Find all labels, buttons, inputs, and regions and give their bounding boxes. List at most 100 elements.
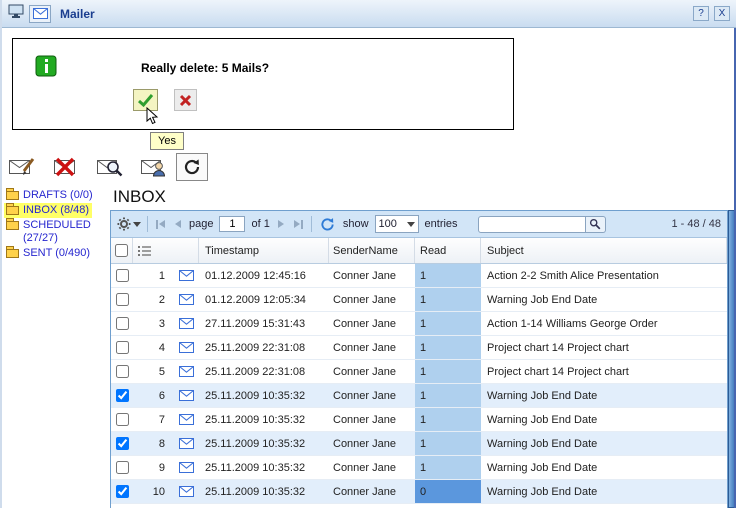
select-all-checkbox[interactable] — [115, 244, 128, 257]
cell-subject: Warning Job End Date — [481, 480, 727, 503]
row-checkbox[interactable] — [116, 269, 129, 282]
cell-timestamp: 25.11.2009 10:35:32 — [199, 480, 329, 503]
row-checkbox[interactable] — [116, 317, 129, 330]
cell-subject: Warning Job End Date — [481, 432, 727, 455]
cell-read: 1 — [415, 312, 481, 335]
delete-mail-icon[interactable] — [50, 153, 82, 181]
cell-timestamp: 25.11.2009 22:31:08 — [199, 360, 329, 383]
table-row[interactable]: 6 25.11.2009 10:35:32 Conner Jane 1 Warn… — [111, 384, 727, 408]
cell-read: 0 — [415, 480, 481, 503]
list-icon[interactable] — [133, 238, 199, 263]
table-row[interactable]: 1 01.12.2009 12:45:16 Conner Jane 1 Acti… — [111, 264, 727, 288]
cell-timestamp: 25.11.2009 22:31:08 — [199, 336, 329, 359]
sidebar-item-scheduled[interactable]: SCHEDULED (27/27) — [4, 218, 110, 246]
new-mail-icon[interactable] — [6, 153, 38, 181]
page-size-select[interactable]: 100 — [375, 215, 419, 233]
cell-subject: Action 2-2 Smith Alice Presentation — [481, 264, 727, 287]
cell-sendername: Conner Jane — [329, 312, 415, 335]
prev-page-button[interactable] — [173, 218, 183, 230]
mail-envelope-icon — [173, 360, 199, 383]
search-mail-icon[interactable] — [94, 153, 126, 181]
info-icon — [35, 55, 57, 82]
cell-subject: Warning Job End Date — [481, 384, 727, 407]
folder-sidebar: DRAFTS (0/0) INBOX (8/48) SCHEDULED (27/… — [2, 186, 110, 508]
row-checkbox[interactable] — [116, 437, 129, 450]
row-number: 5 — [133, 360, 173, 383]
row-checkbox[interactable] — [116, 365, 129, 378]
row-number: 10 — [133, 480, 173, 503]
cell-timestamp: 01.12.2009 12:05:34 — [199, 288, 329, 311]
next-page-button[interactable] — [276, 218, 286, 230]
cell-sendername: Conner Jane — [329, 408, 415, 431]
mail-grid: page of 1 show 100 — [110, 210, 728, 508]
first-page-button[interactable] — [154, 218, 167, 231]
cell-subject: Project chart 14 Project chart — [481, 336, 727, 359]
grid-refresh-icon[interactable] — [318, 215, 337, 234]
mail-rows: 1 01.12.2009 12:45:16 Conner Jane 1 Acti… — [111, 264, 727, 508]
column-header-timestamp[interactable]: Timestamp — [199, 238, 329, 263]
cell-subject: Warning Job End Date — [481, 456, 727, 479]
row-checkbox[interactable] — [116, 341, 129, 354]
row-number: 8 — [133, 432, 173, 455]
grid-settings-button[interactable] — [117, 217, 141, 231]
page-input[interactable] — [219, 216, 245, 232]
column-header-sendername[interactable]: SenderName — [329, 238, 415, 263]
main-panel: INBOX page of 1 — [110, 186, 736, 508]
table-row[interactable]: 4 25.11.2009 22:31:08 Conner Jane 1 Proj… — [111, 336, 727, 360]
cell-read: 1 — [415, 264, 481, 287]
cell-read: 1 — [415, 336, 481, 359]
refresh-icon[interactable] — [176, 153, 208, 181]
chevron-down-icon — [407, 222, 415, 227]
cell-sendername: Conner Jane — [329, 336, 415, 359]
cell-read: 1 — [415, 384, 481, 407]
row-checkbox[interactable] — [116, 389, 129, 402]
table-header: Timestamp SenderName Read Subject — [111, 238, 727, 264]
folder-icon — [6, 221, 19, 230]
last-page-button[interactable] — [292, 218, 305, 231]
window-title: Mailer — [60, 7, 95, 21]
sidebar-item-inbox[interactable]: INBOX (8/48) — [4, 203, 92, 218]
row-number: 3 — [133, 312, 173, 335]
help-button[interactable]: ? — [693, 6, 709, 21]
cell-subject: Warning Job End Date — [481, 408, 727, 431]
titlebar: Mailer ? X — [2, 0, 736, 28]
entries-label: entries — [425, 218, 458, 230]
table-row[interactable]: 5 25.11.2009 22:31:08 Conner Jane 1 Proj… — [111, 360, 727, 384]
table-row[interactable]: 3 27.11.2009 15:31:43 Conner Jane 1 Acti… — [111, 312, 727, 336]
folder-icon — [6, 206, 19, 215]
column-header-read[interactable]: Read — [415, 238, 481, 263]
row-checkbox[interactable] — [116, 461, 129, 474]
row-number: 9 — [133, 456, 173, 479]
table-row[interactable]: 7 25.11.2009 10:35:32 Conner Jane 1 Warn… — [111, 408, 727, 432]
row-number: 1 — [133, 264, 173, 287]
cell-timestamp: 27.11.2009 15:31:43 — [199, 312, 329, 335]
mail-envelope-icon — [173, 336, 199, 359]
cell-subject: Action 1-14 Williams George Order — [481, 312, 727, 335]
mail-envelope-icon — [173, 264, 199, 287]
mail-envelope-icon — [173, 288, 199, 311]
row-checkbox[interactable] — [116, 293, 129, 306]
table-row[interactable]: 2 01.12.2009 12:05:34 Conner Jane 1 Warn… — [111, 288, 727, 312]
cell-subject: Project chart 14 Project chart — [481, 360, 727, 383]
cell-timestamp: 25.11.2009 10:35:32 — [199, 432, 329, 455]
mouse-cursor — [146, 107, 159, 131]
cell-timestamp: 25.11.2009 10:35:32 — [199, 456, 329, 479]
confirm-no-button[interactable] — [174, 89, 197, 111]
app-icon — [8, 4, 24, 24]
close-button[interactable]: X — [714, 6, 730, 21]
cell-read: 1 — [415, 288, 481, 311]
search-icon[interactable] — [586, 216, 606, 233]
table-row[interactable]: 10 25.11.2009 10:35:32 Conner Jane 0 War… — [111, 480, 727, 504]
row-checkbox[interactable] — [116, 413, 129, 426]
mail-envelope-icon — [173, 384, 199, 407]
column-header-subject[interactable]: Subject — [481, 238, 727, 263]
table-row[interactable]: 9 25.11.2009 10:35:32 Conner Jane 1 Warn… — [111, 456, 727, 480]
cell-timestamp: 25.11.2009 10:35:32 — [199, 384, 329, 407]
table-row[interactable]: 8 25.11.2009 10:35:32 Conner Jane 1 Warn… — [111, 432, 727, 456]
row-checkbox[interactable] — [116, 485, 129, 498]
cell-read: 1 — [415, 360, 481, 383]
sidebar-item-sent[interactable]: SENT (0/490) — [4, 246, 93, 261]
mail-contact-icon[interactable] — [138, 153, 170, 181]
sidebar-item-drafts[interactable]: DRAFTS (0/0) — [4, 188, 96, 203]
grid-search-input[interactable] — [478, 216, 586, 233]
